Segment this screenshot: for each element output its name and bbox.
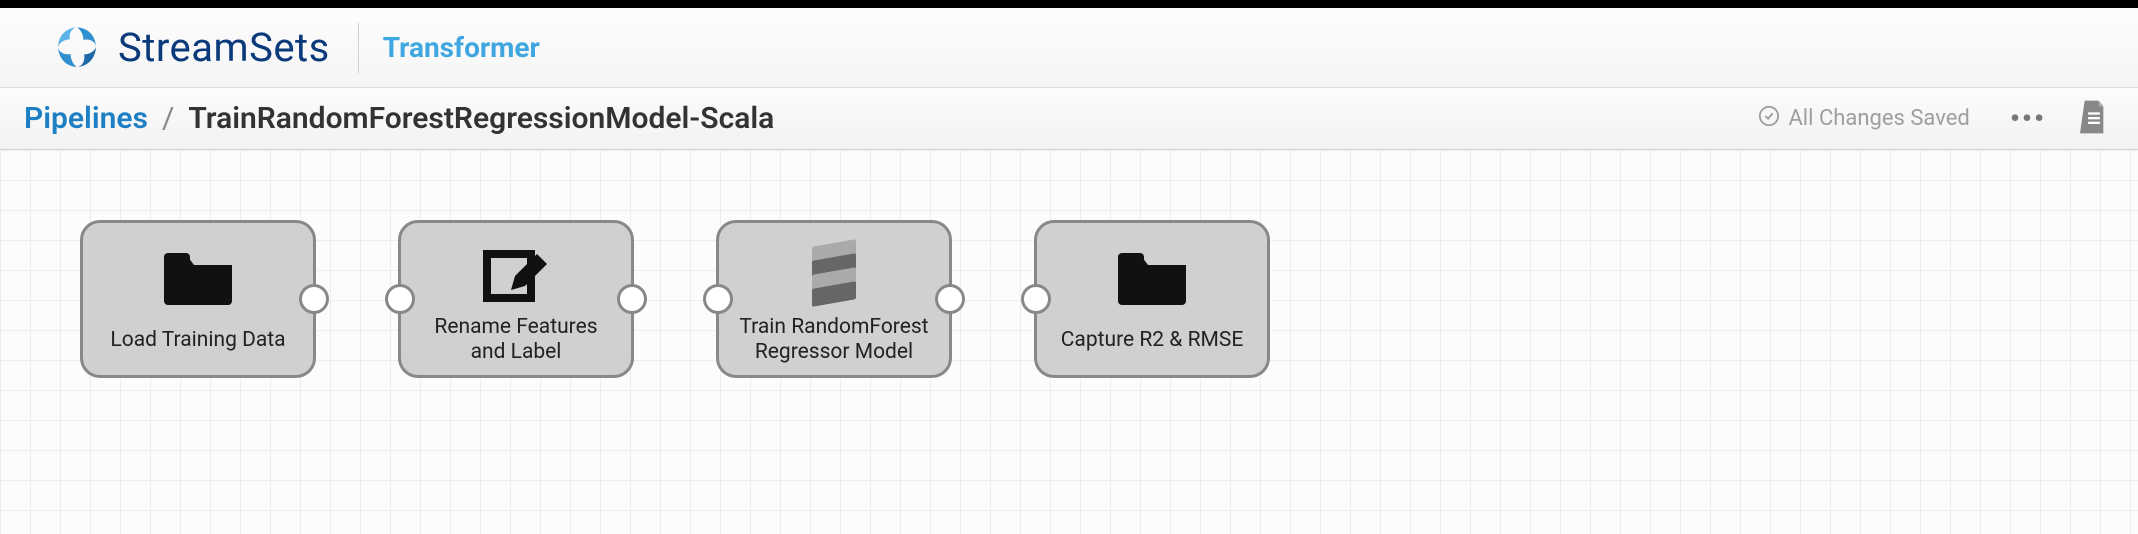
more-menu-button[interactable]: •••: [1998, 98, 2058, 139]
input-port[interactable]: [1021, 284, 1051, 314]
document-button[interactable]: [2080, 100, 2108, 138]
app-header: StreamSets Transformer: [0, 8, 2138, 88]
node-label: Train RandomForest Regressor Model: [739, 315, 928, 365]
output-port[interactable]: [299, 284, 329, 314]
edit-icon: [481, 239, 551, 311]
breadcrumb-current: TrainRandomForestRegressionModel-Scala: [188, 101, 774, 136]
output-port[interactable]: [935, 284, 965, 314]
product-name: Transformer: [383, 31, 540, 64]
streamsets-logo-icon: [50, 21, 104, 75]
pipeline-node[interactable]: Train RandomForest Regressor Model: [716, 220, 952, 378]
check-circle-icon: [1758, 105, 1780, 133]
header-divider: [358, 23, 359, 73]
pipeline-flow: Load Training Data Rename Features and La…: [80, 220, 1270, 378]
save-status-text: All Changes Saved: [1788, 106, 1969, 131]
node-label: Rename Features and Label: [434, 315, 597, 365]
input-port[interactable]: [703, 284, 733, 314]
breadcrumb-separator: /: [162, 101, 174, 136]
folder-icon: [162, 239, 234, 313]
ellipsis-icon: •••: [2010, 102, 2046, 135]
pipeline-canvas[interactable]: Load Training Data Rename Features and La…: [0, 150, 2138, 534]
breadcrumb: Pipelines / TrainRandomForestRegressionM…: [24, 101, 774, 136]
pipeline-node[interactable]: Rename Features and Label: [398, 220, 634, 378]
pipeline-node[interactable]: Capture R2 & RMSE: [1034, 220, 1270, 378]
scala-icon: [812, 239, 856, 311]
save-status: All Changes Saved: [1758, 105, 1969, 133]
breadcrumb-root-link[interactable]: Pipelines: [24, 101, 148, 136]
pipeline-node[interactable]: Load Training Data: [80, 220, 316, 378]
brand-name: StreamSets: [118, 24, 330, 71]
node-label: Load Training Data: [110, 317, 285, 365]
brand-logo[interactable]: StreamSets: [50, 21, 330, 75]
input-port[interactable]: [385, 284, 415, 314]
node-label: Capture R2 & RMSE: [1061, 317, 1244, 365]
breadcrumb-bar: Pipelines / TrainRandomForestRegressionM…: [0, 88, 2138, 150]
output-port[interactable]: [617, 284, 647, 314]
folder-icon: [1116, 239, 1188, 313]
window-top-border: [0, 0, 2138, 8]
